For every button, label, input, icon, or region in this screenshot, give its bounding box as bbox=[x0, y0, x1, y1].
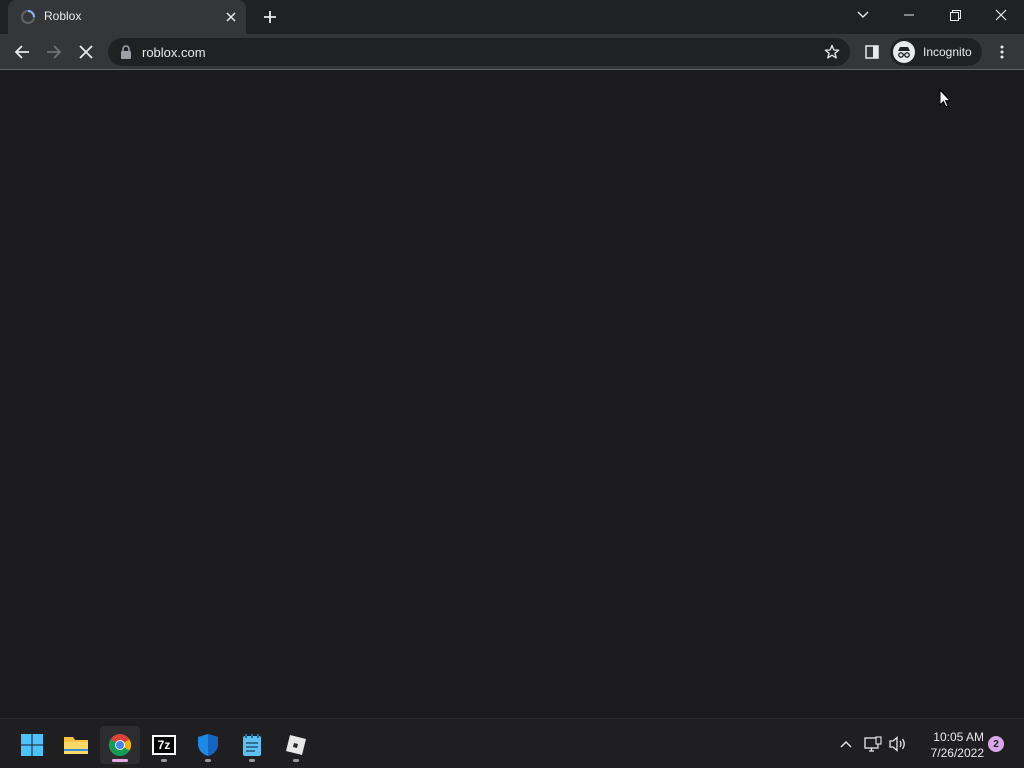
windows-taskbar: 7z 10:05 AM 7/26/2022 2 bbox=[0, 718, 1024, 768]
incognito-icon bbox=[893, 41, 915, 63]
clock-time: 10:05 AM bbox=[933, 730, 984, 744]
folder-icon bbox=[64, 737, 88, 754]
roblox-icon bbox=[286, 735, 306, 755]
tab-title: Roblox bbox=[44, 9, 82, 23]
tab-close-button[interactable] bbox=[222, 8, 240, 26]
tab-roblox[interactable]: Roblox bbox=[8, 0, 246, 34]
close-icon bbox=[226, 12, 236, 22]
taskbar-file-explorer[interactable] bbox=[56, 726, 96, 764]
taskbar-clock[interactable]: 10:05 AM 7/26/2022 bbox=[914, 729, 984, 761]
taskbar-notepad[interactable] bbox=[232, 726, 272, 764]
side-panel-button[interactable] bbox=[858, 38, 886, 66]
show-hidden-icons-button[interactable] bbox=[836, 734, 856, 754]
taskbar-chrome[interactable] bbox=[100, 726, 140, 764]
plus-icon bbox=[264, 11, 276, 23]
chevron-down-icon bbox=[857, 11, 869, 18]
taskbar-7zip[interactable]: 7z bbox=[144, 726, 184, 764]
start-button[interactable] bbox=[12, 726, 52, 764]
close-window-button[interactable] bbox=[978, 0, 1024, 30]
taskbar-windows-security[interactable] bbox=[188, 726, 228, 764]
back-button[interactable] bbox=[8, 38, 36, 66]
chevron-up-icon bbox=[840, 741, 852, 748]
minimize-icon bbox=[904, 14, 914, 16]
notepad-icon bbox=[243, 734, 261, 756]
volume-icon bbox=[889, 736, 905, 752]
page-viewport[interactable] bbox=[0, 70, 1024, 718]
minimize-button[interactable] bbox=[886, 0, 932, 30]
running-app-indicator bbox=[161, 759, 167, 762]
taskbar-roblox[interactable] bbox=[276, 726, 316, 764]
browser-menu-button[interactable] bbox=[988, 38, 1016, 66]
chrome-icon bbox=[109, 734, 131, 756]
restore-button[interactable] bbox=[932, 0, 978, 30]
incognito-label: Incognito bbox=[923, 45, 972, 59]
running-app-indicator bbox=[293, 759, 299, 762]
windows-logo-icon bbox=[21, 734, 43, 756]
bookmark-star-icon[interactable] bbox=[824, 44, 840, 60]
arrow-right-icon bbox=[47, 45, 62, 59]
browser-toolbar: roblox.com Incognito bbox=[0, 34, 1024, 70]
new-tab-button[interactable] bbox=[258, 5, 282, 29]
shield-icon bbox=[198, 734, 218, 756]
stop-icon bbox=[79, 45, 93, 59]
7zip-icon: 7z bbox=[152, 735, 176, 755]
tab-search-button[interactable] bbox=[840, 0, 886, 30]
stop-loading-button[interactable] bbox=[72, 38, 100, 66]
address-bar[interactable]: roblox.com bbox=[108, 38, 850, 66]
lock-icon[interactable] bbox=[120, 45, 132, 59]
running-app-indicator bbox=[249, 759, 255, 762]
clock-date: 7/26/2022 bbox=[930, 746, 984, 760]
url-text[interactable]: roblox.com bbox=[142, 45, 206, 60]
tab-strip: Roblox bbox=[0, 0, 1024, 34]
restore-icon bbox=[949, 9, 961, 21]
incognito-profile-button[interactable]: Incognito bbox=[890, 38, 982, 66]
network-status-button[interactable] bbox=[863, 734, 883, 754]
arrow-left-icon bbox=[14, 45, 29, 59]
running-app-indicator bbox=[205, 759, 211, 762]
more-vertical-icon bbox=[1000, 45, 1004, 59]
7zip-label: 7z bbox=[157, 738, 171, 752]
active-app-indicator bbox=[112, 759, 128, 762]
forward-button[interactable] bbox=[40, 38, 68, 66]
network-icon bbox=[864, 736, 882, 752]
side-panel-icon bbox=[865, 45, 879, 59]
notification-count-badge[interactable]: 2 bbox=[988, 736, 1004, 752]
close-icon bbox=[995, 9, 1007, 21]
loading-spinner-icon bbox=[21, 10, 35, 24]
volume-button[interactable] bbox=[888, 734, 908, 754]
mouse-cursor-icon bbox=[939, 89, 951, 108]
